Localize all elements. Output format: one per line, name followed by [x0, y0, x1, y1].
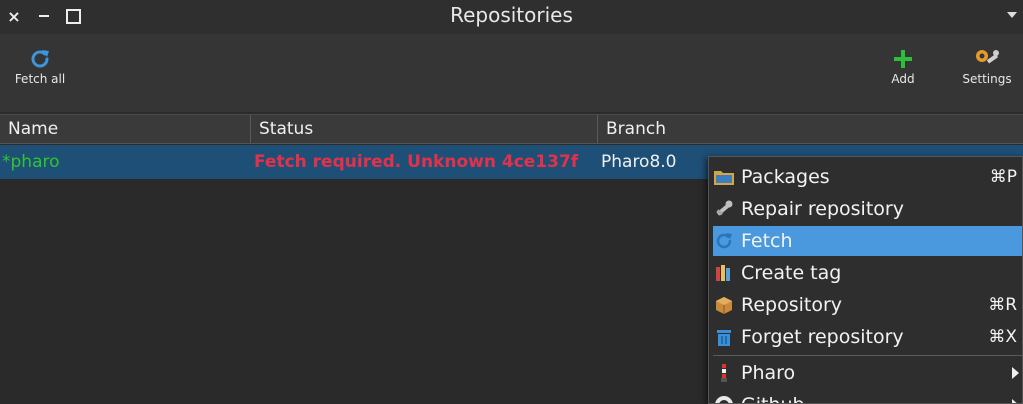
menu-item-label: Repository: [741, 294, 843, 316]
title-bar: × Repositories: [0, 0, 1023, 34]
menu-item-label: Repair repository: [741, 198, 904, 220]
menu-item-label: Forget repository: [741, 326, 904, 348]
pharo-icon: [713, 362, 735, 384]
folder-icon: [713, 166, 735, 188]
repo-name-cell: *pharo: [2, 152, 60, 172]
repo-branch-cell: Pharo8.0: [601, 152, 677, 172]
toolbar: Fetch all Add Settings: [0, 34, 1023, 112]
menu-item-github[interactable]: Github: [713, 390, 1022, 403]
menu-item-forget-repository[interactable]: Forget repository ⌘X: [713, 322, 1022, 352]
menu-shortcut: ⌘R: [988, 295, 1017, 315]
submenu-arrow-icon: [1012, 367, 1019, 379]
gear-wrench-icon: [973, 46, 1001, 72]
menu-separator: [713, 355, 1022, 356]
window-menu-icon[interactable]: [1007, 12, 1017, 18]
trash-icon: [713, 326, 735, 348]
plus-icon: [892, 46, 914, 72]
window-title: Repositories: [450, 3, 573, 27]
refresh-icon: [28, 46, 52, 72]
menu-item-pharo[interactable]: Pharo: [713, 358, 1022, 388]
submenu-arrow-icon: [1012, 399, 1019, 403]
github-icon: [713, 394, 735, 403]
books-icon: [713, 262, 735, 284]
menu-item-label: Github: [741, 394, 1012, 403]
menu-item-label: Create tag: [741, 262, 842, 284]
repo-status-cell: Fetch required. Unknown 4ce137f: [254, 152, 579, 172]
menu-shortcut: ⌘P: [989, 167, 1017, 187]
add-label: Add: [891, 72, 915, 86]
box-icon: [713, 294, 735, 316]
menu-item-repair-repository[interactable]: Repair repository: [713, 194, 1022, 224]
menu-item-label: Fetch: [741, 230, 793, 252]
menu-item-label: Packages: [741, 166, 830, 188]
refresh-icon: [713, 230, 735, 252]
column-header-status[interactable]: Status: [251, 115, 598, 143]
fetch-all-button[interactable]: Fetch all: [10, 46, 70, 86]
menu-item-repository[interactable]: Repository ⌘R: [713, 290, 1022, 320]
menu-shortcut: ⌘X: [988, 327, 1017, 347]
column-header-branch[interactable]: Branch: [598, 115, 1023, 143]
settings-button[interactable]: Settings: [956, 46, 1018, 86]
context-menu: Packages ⌘P Repair repository Fetch Crea…: [708, 156, 1023, 404]
wrench-icon: [713, 198, 735, 220]
menu-item-label: Pharo: [741, 362, 796, 384]
menu-item-create-tag[interactable]: Create tag: [713, 258, 1022, 288]
settings-label: Settings: [962, 72, 1012, 86]
menu-item-fetch[interactable]: Fetch: [713, 226, 1022, 256]
table-header: Name Status Branch: [0, 114, 1023, 144]
fetch-all-label: Fetch all: [14, 72, 66, 86]
column-header-name[interactable]: Name: [0, 115, 251, 143]
menu-item-packages[interactable]: Packages ⌘P: [713, 162, 1022, 192]
add-button[interactable]: Add: [883, 46, 923, 86]
